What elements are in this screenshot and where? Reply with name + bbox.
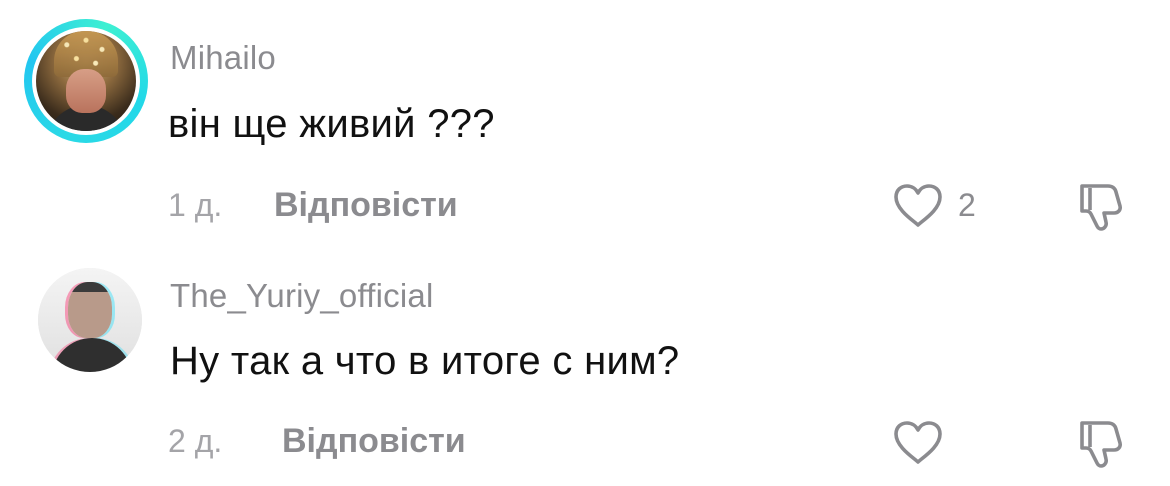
avatar[interactable] — [38, 268, 142, 372]
comment-item: The_Yuriy_official Ну так а что в итоге … — [0, 255, 1170, 486]
avatar[interactable] — [24, 19, 148, 143]
comment-username[interactable]: Mihailo — [170, 39, 276, 77]
comment-text: він ще живий ??? — [168, 102, 495, 146]
comment-timestamp: 2 д. — [168, 423, 223, 459]
reply-button[interactable]: Відповісти — [274, 186, 458, 225]
thumbs-down-outline-icon — [1080, 184, 1122, 231]
avatar-photo-face — [68, 282, 112, 338]
thumbs-down-outline-icon — [1080, 421, 1122, 468]
avatar-photo-body — [52, 338, 132, 372]
avatar-photo — [36, 31, 136, 131]
comment-timestamp: 1 д. — [168, 187, 223, 223]
like-count: 2 — [958, 187, 976, 223]
dislike-button[interactable] — [1074, 417, 1126, 469]
reply-button[interactable]: Відповісти — [282, 422, 466, 461]
avatar-photo — [38, 268, 142, 372]
dislike-button[interactable] — [1074, 180, 1126, 232]
comment-item: Mihailo він ще живий ??? 1 д. Відповісти… — [0, 0, 1170, 245]
like-button[interactable] — [892, 183, 944, 229]
heart-outline-icon — [894, 421, 942, 464]
like-button[interactable] — [892, 420, 944, 466]
comment-username[interactable]: The_Yuriy_official — [170, 277, 433, 315]
avatar-inner — [32, 27, 140, 135]
avatar-photo-face — [66, 69, 106, 113]
comment-text: Ну так а что в итоге с ним? — [170, 339, 680, 383]
heart-outline-icon — [894, 184, 942, 227]
